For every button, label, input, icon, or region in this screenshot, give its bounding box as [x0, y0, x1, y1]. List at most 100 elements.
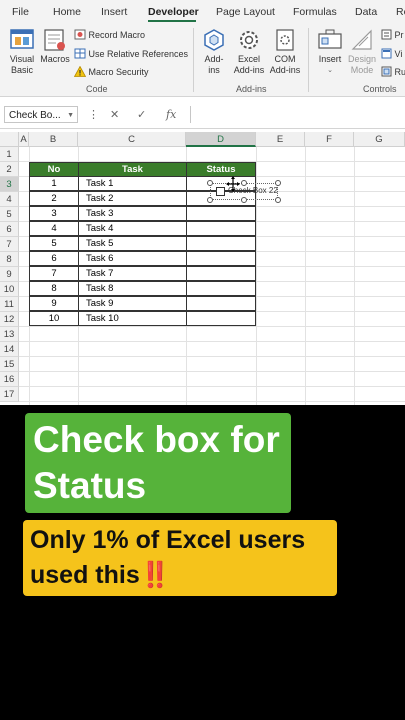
row-header[interactable]: 13	[0, 327, 19, 342]
table-cell-status[interactable]	[186, 311, 256, 326]
view-code-button[interactable]: Vi	[381, 48, 402, 59]
table-cell-status[interactable]	[186, 221, 256, 236]
tab-home[interactable]: Home	[53, 6, 81, 18]
insert-function-icon[interactable]: fx	[166, 108, 176, 121]
table-cell-no[interactable]: 9	[29, 296, 79, 311]
table-cell-task[interactable]: Task 10	[78, 311, 187, 326]
resize-handle[interactable]	[207, 180, 213, 186]
table-header-cell[interactable]: No	[29, 162, 79, 177]
visual-basic-button[interactable]: Visual Basic	[6, 28, 38, 76]
table-cell-no[interactable]: 2	[29, 191, 79, 206]
run-dialog-button[interactable]: Ru	[381, 66, 405, 77]
column-header-c[interactable]: C	[78, 132, 186, 147]
insert-control-label: Insert	[318, 54, 342, 64]
row-header[interactable]: 4	[0, 192, 19, 207]
gridline	[354, 147, 355, 405]
table-cell-task[interactable]: Task 9	[78, 296, 187, 311]
column-header-e[interactable]: E	[256, 132, 305, 147]
tab-developer[interactable]: Developer	[148, 6, 199, 18]
select-all-corner[interactable]	[0, 132, 19, 147]
tab-review[interactable]: Re	[396, 6, 405, 18]
row-header[interactable]: 15	[0, 357, 19, 372]
table-cell-task[interactable]: Task 6	[78, 251, 187, 266]
macros-button[interactable]: Macros	[40, 28, 70, 65]
column-header-d[interactable]: D	[186, 132, 256, 147]
table-cell-no[interactable]: 4	[29, 221, 79, 236]
row-header[interactable]: 7	[0, 237, 19, 252]
resize-handle[interactable]	[241, 197, 247, 203]
table-cell-task[interactable]: Task 7	[78, 266, 187, 281]
excel-addins-button[interactable]: Excel Add-ins	[231, 28, 267, 76]
visual-basic-label: Visual Basic	[9, 54, 35, 75]
tab-file[interactable]: File	[12, 6, 29, 18]
table-cell-status[interactable]	[186, 266, 256, 281]
com-addins-label: COM Add-ins	[269, 54, 301, 75]
row-header[interactable]: 9	[0, 267, 19, 282]
design-mode-button[interactable]: Design Mode	[346, 28, 378, 76]
tab-insert[interactable]: Insert	[101, 6, 127, 18]
resize-handle[interactable]	[275, 197, 281, 203]
row-header[interactable]: 1	[0, 147, 19, 162]
table-header-cell[interactable]: Status	[186, 162, 256, 177]
row-header[interactable]: 6	[0, 222, 19, 237]
table-cell-no[interactable]: 8	[29, 281, 79, 296]
table-cell-task[interactable]: Task 3	[78, 206, 187, 221]
design-mode-label: Design Mode	[347, 54, 376, 75]
relative-references-button[interactable]: Use Relative References	[74, 48, 188, 59]
checkbox-square[interactable]	[216, 187, 225, 196]
row-header[interactable]: 5	[0, 207, 19, 222]
com-addins-icon	[276, 29, 294, 51]
row-header[interactable]: 10	[0, 282, 19, 297]
column-header-g[interactable]: G	[354, 132, 405, 147]
row-header[interactable]: 11	[0, 297, 19, 312]
table-cell-task[interactable]: Task 2	[78, 191, 187, 206]
tab-data[interactable]: Data	[355, 6, 377, 18]
tab-formulas[interactable]: Formulas	[293, 6, 337, 18]
chevron-down-icon[interactable]: ▼	[67, 107, 74, 124]
row-header[interactable]: 8	[0, 252, 19, 267]
table-cell-status[interactable]	[186, 296, 256, 311]
column-header-a[interactable]: A	[19, 132, 29, 147]
ribbon-tabs: File Home Insert Developer Page Layout F…	[0, 0, 405, 24]
table-cell-task[interactable]: Task 5	[78, 236, 187, 251]
table-header-cell[interactable]: Task	[78, 162, 187, 177]
com-addins-button[interactable]: COM Add-ins	[268, 28, 302, 76]
formula-input[interactable]	[190, 106, 405, 123]
table-cell-no[interactable]: 1	[29, 176, 79, 191]
table-cell-task[interactable]: Task 8	[78, 281, 187, 296]
row-header[interactable]: 17	[0, 387, 19, 402]
properties-button[interactable]: Pr	[381, 29, 404, 40]
chevron-down-icon: ⌄	[327, 67, 333, 74]
macro-security-button[interactable]: Macro Security	[73, 65, 149, 77]
row-header[interactable]: 16	[0, 372, 19, 387]
resize-handle[interactable]	[275, 180, 281, 186]
resize-handle[interactable]	[241, 180, 247, 186]
table-cell-status[interactable]	[186, 281, 256, 296]
enter-icon[interactable]: ✓	[137, 108, 146, 121]
table-cell-task[interactable]: Task 4	[78, 221, 187, 236]
row-header[interactable]: 2	[0, 162, 19, 177]
row-header[interactable]: 12	[0, 312, 19, 327]
column-header-f[interactable]: F	[305, 132, 354, 147]
table-cell-status[interactable]	[186, 251, 256, 266]
tab-page-layout[interactable]: Page Layout	[216, 6, 275, 18]
insert-control-button[interactable]: Insert ⌄	[314, 28, 346, 76]
resize-handle[interactable]	[207, 197, 213, 203]
table-cell-no[interactable]: 6	[29, 251, 79, 266]
table-cell-no[interactable]: 3	[29, 206, 79, 221]
record-macro-button[interactable]: Record Macro	[74, 29, 145, 40]
view-code-icon	[381, 48, 392, 59]
table-cell-status[interactable]	[186, 206, 256, 221]
table-cell-no[interactable]: 10	[29, 311, 79, 326]
table-cell-status[interactable]	[186, 236, 256, 251]
table-cell-no[interactable]: 7	[29, 266, 79, 281]
ribbon-separator	[308, 28, 309, 92]
cancel-icon[interactable]: ✕	[110, 108, 119, 121]
name-box[interactable]: Check Bo... ▼	[4, 106, 78, 123]
table-cell-no[interactable]: 5	[29, 236, 79, 251]
addins-button[interactable]: Add-ins	[199, 28, 229, 76]
table-cell-task[interactable]: Task 1	[78, 176, 187, 191]
row-header[interactable]: 14	[0, 342, 19, 357]
column-header-b[interactable]: B	[29, 132, 78, 147]
row-header[interactable]: 3	[0, 177, 19, 192]
